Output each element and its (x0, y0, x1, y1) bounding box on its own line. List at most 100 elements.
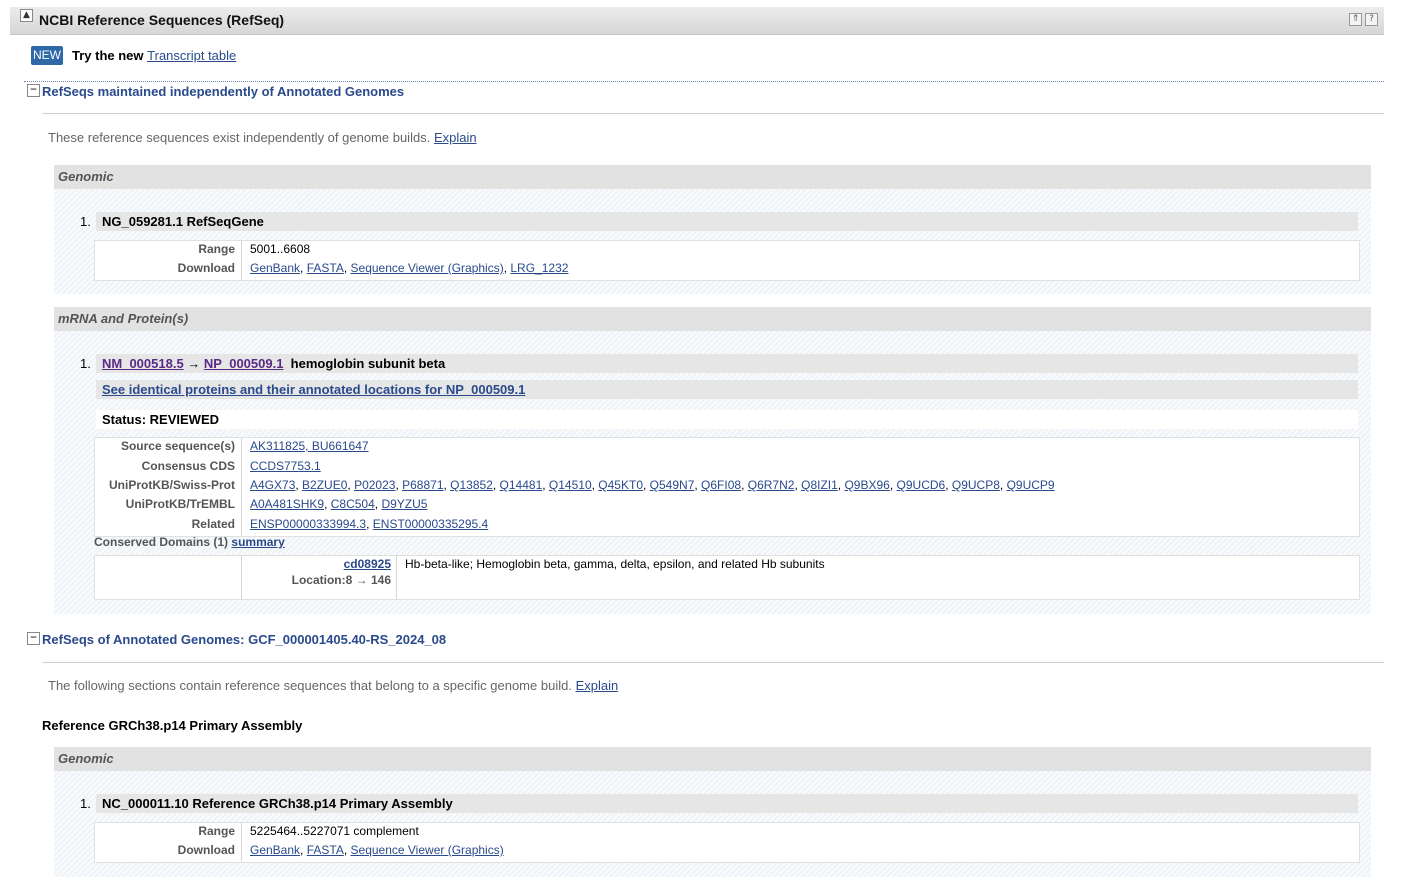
status-row: Status: REVIEWED (96, 410, 1358, 429)
divider (42, 662, 1384, 663)
download-label: Download (177, 261, 235, 275)
uniprot-link[interactable]: P02023 (354, 478, 395, 492)
uniprot-link[interactable]: P68871 (402, 478, 443, 492)
uniprot-link[interactable]: A4GX73 (250, 478, 295, 492)
uniprot-link[interactable]: Q9BX96 (844, 478, 889, 492)
range-value: 5001..6608 (250, 242, 311, 256)
uniprot-link[interactable]: Q8IZI1 (801, 478, 838, 492)
genbank-link[interactable]: GenBank (250, 261, 300, 275)
genomic-panel: Genomic 1. NG_059281.1 RefSeqGene Range … (54, 165, 1371, 294)
trembl-link[interactable]: D9YZU5 (381, 497, 427, 511)
section-title: RefSeqs maintained independently of Anno… (42, 84, 405, 99)
section-explain: These reference sequences exist independ… (48, 130, 477, 145)
domain-location: Location:8 → 146 (291, 573, 391, 587)
collapse-toggle-icon[interactable]: − (27, 84, 40, 97)
genomic-panel: Genomic 1. NC_000011.10 Reference GRCh38… (54, 747, 1371, 877)
uniprot-link[interactable]: B2ZUE0 (302, 478, 347, 492)
uniprot-link[interactable]: Q6R7N2 (748, 478, 795, 492)
source-sequence-label: Source sequence(s) (120, 439, 235, 453)
item-title-row: NM_000518.5 → NP_000509.1 hemoglobin sub… (96, 354, 1358, 373)
section-title: RefSeqs of Annotated Genomes: GCF_000001… (42, 632, 447, 647)
assembly-title: Reference GRCh38.p14 Primary Assembly (42, 718, 303, 733)
trembl-link[interactable]: C8C504 (331, 497, 375, 511)
section-explain: The following sections contain reference… (48, 678, 618, 693)
consensus-cds-value: CCDS7753.1 (250, 459, 321, 473)
trembl-link[interactable]: A0A481SHK9 (250, 497, 324, 511)
domain-description: Hb-beta-like; Hemoglobin beta, gamma, de… (405, 557, 825, 571)
item-number: 1. (80, 214, 91, 229)
gene-description: hemoglobin subunit beta (290, 356, 446, 371)
domain-table: cd08925 Location:8 → 146 Hb-beta-like; H… (94, 555, 1360, 600)
section-annotated-genomes[interactable]: − RefSeqs of Annotated Genomes: GCF_0000… (24, 630, 1384, 649)
column-divider (241, 241, 242, 280)
help-icon[interactable]: ? (1365, 13, 1378, 26)
uniprot-link[interactable]: Q9UCP9 (1007, 478, 1055, 492)
uniprot-link[interactable]: Q9UCD6 (897, 478, 946, 492)
fasta-link[interactable]: FASTA (307, 261, 344, 275)
conserved-domains-text: Conserved Domains (1) (94, 535, 229, 549)
uniprot-link[interactable]: Q549N7 (650, 478, 695, 492)
trembl-label: UniProtKB/TrEMBL (125, 497, 235, 511)
explain-text: The following sections contain reference… (48, 678, 572, 693)
detail-table: Range 5225464..5227071 complement Downlo… (94, 822, 1360, 863)
detail-table: Range 5001..6608 Download GenBank, FASTA… (94, 240, 1360, 281)
section-independent-refseqs[interactable]: − RefSeqs maintained independently of An… (24, 81, 1384, 101)
panel-heading: Genomic (54, 165, 1371, 189)
explain-link[interactable]: Explain (576, 678, 619, 693)
scroll-top-icon[interactable]: ⇑ (1349, 13, 1362, 26)
identical-proteins-link[interactable]: See identical proteins and their annotat… (102, 380, 525, 399)
lrg-link[interactable]: LRG_1232 (510, 261, 568, 275)
explain-text: These reference sequences exist independ… (48, 130, 431, 145)
related-links: ENSP00000333994.3, ENST00000335295.4 (250, 517, 489, 531)
identical-proteins-row: See identical proteins and their annotat… (96, 380, 1358, 399)
ccds-link[interactable]: CCDS7753.1 (250, 459, 321, 473)
collapse-toggle-icon[interactable]: ▲ (20, 9, 33, 22)
transcript-table-link[interactable]: Transcript table (147, 48, 236, 63)
ensembl-link[interactable]: ENST00000335295.4 (373, 517, 488, 531)
uniprot-link[interactable]: Q14481 (500, 478, 543, 492)
mrna-protein-panel: mRNA and Protein(s) 1. NM_000518.5 → NP_… (54, 307, 1371, 614)
fasta-link[interactable]: FASTA (307, 843, 344, 857)
domain-id-link[interactable]: cd08925 (344, 557, 391, 571)
arrow-icon: → (187, 356, 201, 371)
source-sequence-value: AK311825, BU661647 (250, 439, 369, 453)
related-label: Related (191, 517, 235, 531)
genbank-link[interactable]: GenBank (250, 843, 300, 857)
consensus-cds-label: Consensus CDS (141, 459, 235, 473)
item-title: NC_000011.10 Reference GRCh38.p14 Primar… (102, 796, 453, 811)
explain-link[interactable]: Explain (434, 130, 477, 145)
uniprot-link[interactable]: Q14510 (549, 478, 592, 492)
uniprot-link[interactable]: Q13852 (450, 478, 493, 492)
collapse-toggle-icon[interactable]: − (27, 632, 40, 645)
np-accession-link[interactable]: NP_000509.1 (204, 356, 284, 371)
download-label: Download (177, 843, 235, 857)
download-links: GenBank, FASTA, Sequence Viewer (Graphic… (250, 843, 504, 857)
download-links: GenBank, FASTA, Sequence Viewer (Graphic… (250, 261, 569, 275)
nm-accession-link[interactable]: NM_000518.5 (102, 356, 184, 371)
range-value: 5225464..5227071 complement (250, 824, 419, 838)
item-title: NM_000518.5 → NP_000509.1 hemoglobin sub… (102, 354, 445, 373)
sequence-viewer-link[interactable]: Sequence Viewer (Graphics) (351, 843, 504, 857)
divider (42, 113, 1384, 114)
refseq-header: ▲ NCBI Reference Sequences (RefSeq) ⇑ ? (10, 7, 1384, 35)
source-sequence-link[interactable]: AK311825, BU661647 (250, 439, 369, 453)
status-badge: Status: REVIEWED (102, 412, 220, 427)
uniprot-link[interactable]: Q6FI08 (701, 478, 741, 492)
item-number: 1. (80, 356, 91, 371)
item-title: NG_059281.1 RefSeqGene (102, 214, 264, 229)
conserved-summary-link[interactable]: summary (231, 535, 284, 549)
new-badge: NEW (31, 46, 63, 65)
column-divider (241, 823, 242, 862)
range-label: Range (198, 242, 235, 256)
column-divider (241, 556, 242, 599)
uniprot-link[interactable]: Q9UCP8 (952, 478, 1000, 492)
ensembl-link[interactable]: ENSP00000333994.3 (250, 517, 366, 531)
sequence-viewer-link[interactable]: Sequence Viewer (Graphics) (351, 261, 504, 275)
promo-line: Try the new Transcript table (72, 48, 236, 63)
item-title-row: NG_059281.1 RefSeqGene (96, 212, 1358, 231)
swissprot-links: A4GX73, B2ZUE0, P02023, P68871, Q13852, … (250, 478, 1055, 492)
column-divider (396, 556, 397, 599)
page-title: NCBI Reference Sequences (RefSeq) (39, 12, 285, 28)
detail-table: Source sequence(s) AK311825, BU661647 Co… (94, 437, 1360, 537)
uniprot-link[interactable]: Q45KT0 (598, 478, 643, 492)
